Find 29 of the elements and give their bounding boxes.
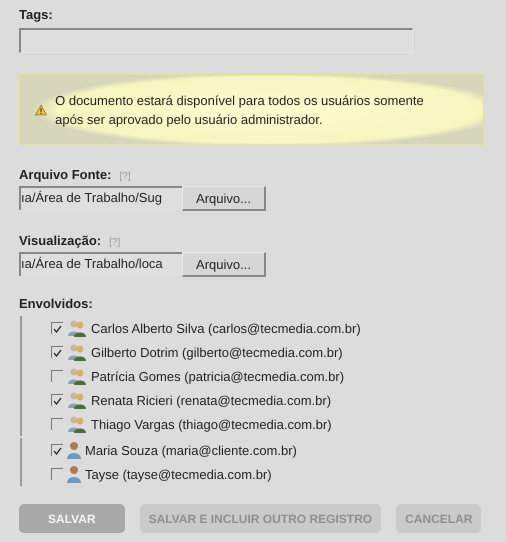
action-button[interactable]: CANCELAR xyxy=(396,504,482,533)
browse-button[interactable]: Arquivo... xyxy=(182,186,266,211)
users-icon xyxy=(67,415,87,433)
involved-label: Envolvidos: xyxy=(19,296,93,311)
tags-field[interactable] xyxy=(19,28,413,53)
member-name: Gilberto Dotrim (gilberto@tecmedia.com.br) xyxy=(91,344,343,360)
file-path-field[interactable]: ıa/Área de Trabalho/Sug xyxy=(19,186,182,210)
file-path-field[interactable]: ıa/Área de Trabalho/loca xyxy=(19,252,182,276)
member-name: Renata Ricieri (renata@tecmedia.com.br) xyxy=(91,392,332,408)
action-button[interactable]: SALVAR E INCLUIR OUTRO REGISTRO xyxy=(140,504,382,533)
member-name: Maria Souza (maria@cliente.com.br) xyxy=(85,442,297,458)
users-icon xyxy=(67,319,87,337)
member-name: Tayse (tayse@tecmedia.com.br) xyxy=(85,466,272,482)
member-name: Carlos Alberto Silva (carlos@tecmedia.com.br) xyxy=(91,320,361,336)
users-icon xyxy=(67,367,87,385)
file-label: Arquivo Fonte: xyxy=(19,167,112,182)
help-link[interactable]: [?] xyxy=(119,171,131,182)
tags-label: Tags: xyxy=(19,7,53,22)
user-icon xyxy=(67,465,81,483)
help-link[interactable]: [?] xyxy=(109,237,120,248)
users-icon xyxy=(67,391,87,409)
browse-button[interactable]: Arquivo... xyxy=(182,252,266,277)
user-icon xyxy=(67,441,81,459)
users-icon xyxy=(67,343,87,361)
warning-text: O documento estará disponível para todos os usuários somente após ser aprovado pelo usuário administrador. xyxy=(55,92,425,128)
member-name: Patrícia Gomes (patricia@tecmedia.com.br) xyxy=(91,368,344,384)
file-label: Visualização: xyxy=(19,233,102,248)
save-button[interactable]: SALVAR xyxy=(19,504,125,533)
member-name: Thiago Vargas (thiago@tecmedia.com.br) xyxy=(91,416,332,432)
